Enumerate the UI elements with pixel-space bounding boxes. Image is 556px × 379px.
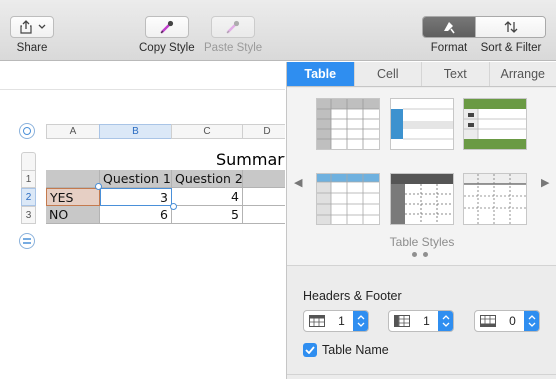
table-style-thumbnail[interactable]	[390, 98, 454, 150]
table-styles-label: Table Styles	[389, 235, 455, 249]
header-columns-stepper[interactable]: 1	[388, 310, 454, 332]
format-sort-group: Format Sort & Filter	[422, 16, 546, 54]
table-cell[interactable]	[243, 188, 285, 206]
add-row-button[interactable]	[19, 233, 35, 249]
canvas-top-bar	[0, 62, 285, 90]
paste-style-item[interactable]: Paste Style	[204, 16, 262, 54]
table-style-thumbnail[interactable]	[390, 173, 454, 225]
header-columns-icon	[389, 315, 415, 327]
footer-rows-stepper[interactable]: 0	[474, 310, 540, 332]
table-style-thumbnail[interactable]	[316, 173, 380, 225]
equals-icon	[23, 238, 31, 244]
copy-style-item[interactable]: Copy Style	[139, 16, 195, 54]
toolbar: Share Copy Style Paste Style Format Sort…	[0, 0, 556, 61]
page-dot[interactable]	[412, 252, 417, 257]
sort-filter-button[interactable]	[475, 17, 545, 37]
copy-style-label: Copy Style	[139, 42, 195, 54]
table-name-option[interactable]: Table Name	[303, 343, 389, 357]
format-button[interactable]	[423, 17, 475, 37]
circle-icon	[23, 127, 31, 135]
table-cell[interactable]	[243, 206, 285, 224]
column-header-d[interactable]: D	[242, 124, 285, 139]
copy-style-button[interactable]	[144, 16, 189, 38]
selection-handle[interactable]	[170, 203, 177, 210]
previous-arrow-icon[interactable]: ◀	[294, 176, 302, 189]
sort-arrows-icon	[503, 20, 519, 34]
tab-cell[interactable]: Cell	[353, 62, 422, 86]
share-label: Share	[16, 42, 48, 54]
row-header-2[interactable]: 2	[21, 188, 36, 206]
footer-rows-icon	[475, 315, 501, 327]
headers-footer-title: Headers & Footer	[303, 289, 402, 303]
row-header-3[interactable]: 3	[21, 206, 36, 224]
footer-rows-value: 0	[509, 314, 516, 328]
chevron-down-icon	[38, 24, 46, 30]
selection-handle[interactable]	[95, 183, 102, 190]
share-item[interactable]: Share	[10, 16, 54, 54]
share-button[interactable]	[10, 16, 54, 38]
column-header-a[interactable]: A	[46, 124, 100, 139]
column-header-c[interactable]: C	[171, 124, 243, 139]
table-name-label: Table Name	[322, 343, 389, 357]
table-cell-selected[interactable]: 3	[100, 188, 172, 206]
checkmark-icon	[305, 346, 315, 354]
paste-style-label: Paste Style	[204, 42, 263, 54]
tab-text[interactable]: Text	[421, 62, 489, 86]
table-cell[interactable]	[243, 170, 285, 188]
table-cell[interactable]	[46, 170, 100, 188]
page-dot[interactable]	[423, 252, 428, 257]
format-label: Format	[430, 42, 468, 54]
stepper-arrows-icon[interactable]	[524, 311, 539, 331]
table-styles-panel: ◀ ▶ Table Styles	[287, 88, 556, 266]
table-cell[interactable]: NO	[46, 206, 100, 224]
header-columns-value: 1	[423, 314, 430, 328]
eyedropper-icon	[225, 19, 241, 35]
format-inspector: Table Cell Text Arrange ◀ ▶ Table Styles…	[286, 62, 556, 379]
format-sort-segmented	[422, 16, 546, 38]
sheet-canvas: A B C D 1 2 3 Summary Question 1 Questio…	[0, 62, 285, 379]
table-cell[interactable]: YES	[46, 188, 100, 206]
tab-table[interactable]: Table	[287, 62, 354, 86]
inspector-tabs: Table Cell Text Arrange	[287, 62, 556, 87]
stepper-arrows-icon[interactable]	[438, 311, 453, 331]
column-header-b[interactable]: B	[99, 124, 172, 139]
share-icon	[19, 20, 33, 34]
stepper-arrows-icon[interactable]	[353, 311, 368, 331]
table-name-checkbox[interactable]	[303, 343, 317, 357]
table-cell[interactable]: 5	[172, 206, 243, 224]
divider	[287, 374, 556, 375]
eyedropper-icon	[159, 19, 175, 35]
paintbrush-icon	[441, 19, 457, 35]
table-style-thumbnail[interactable]	[316, 98, 380, 150]
table-title[interactable]: Summary	[216, 150, 285, 169]
sort-filter-label: Sort & Filter	[480, 42, 542, 54]
table-style-thumbnail[interactable]	[463, 173, 527, 225]
table-cell[interactable]: 6	[100, 206, 172, 224]
paste-style-button[interactable]	[211, 16, 256, 38]
select-table-button[interactable]	[19, 123, 35, 139]
table-cell[interactable]: 4	[172, 188, 243, 206]
table-cell[interactable]: Question 2	[172, 170, 243, 188]
row-header-top	[21, 152, 36, 170]
header-rows-value: 1	[338, 314, 345, 328]
row-header-1[interactable]: 1	[21, 170, 36, 188]
tab-arrange[interactable]: Arrange	[488, 62, 556, 86]
next-arrow-icon[interactable]: ▶	[541, 176, 549, 189]
page-dots	[412, 252, 428, 257]
table-style-thumbnail[interactable]	[463, 98, 527, 150]
header-rows-icon	[304, 315, 330, 327]
header-rows-stepper[interactable]: 1	[303, 310, 369, 332]
table-cell[interactable]: Question 1	[100, 170, 172, 188]
